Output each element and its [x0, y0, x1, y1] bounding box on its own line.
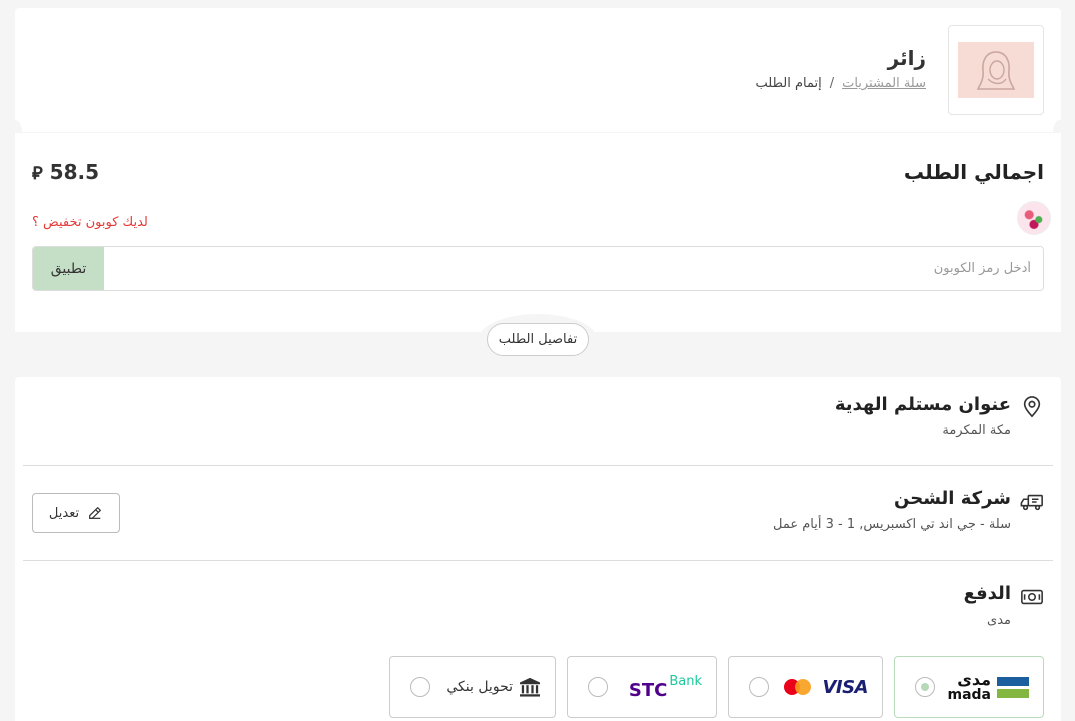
order-summary: اجمالي الطلب ⃁ 58.5 لديك كوبون تخفيض ؟ ت… — [15, 133, 1061, 332]
radio-stc[interactable] — [588, 677, 608, 697]
radio-mada[interactable] — [915, 677, 935, 697]
checkout-sections: عنوان مستلم الهدية مكة المكرمة شركة الشح… — [15, 377, 1061, 721]
stc-bank-logo: STC Bank — [629, 674, 702, 701]
payment-option-stc-bank[interactable]: STC Bank — [567, 656, 717, 718]
coupon-input[interactable] — [104, 247, 1043, 290]
order-total-title: اجمالي الطلب — [903, 160, 1044, 184]
divider — [23, 465, 1053, 466]
bank-transfer-label: تحويل بنكي — [446, 679, 513, 695]
address-title: عنوان مستلم الهدية — [834, 394, 1011, 415]
order-total-amount: ⃁ 58.5 — [32, 160, 99, 184]
edit-label: تعديل — [48, 505, 80, 521]
apply-coupon-button[interactable]: تطبيق — [33, 247, 104, 290]
stc-logo-text: STC — [628, 679, 668, 701]
truck-icon — [1020, 490, 1044, 514]
bank-transfer-label-wrap: تحويل بنكي — [446, 677, 541, 697]
cash-icon — [1020, 585, 1044, 609]
store-logo[interactable] — [948, 25, 1044, 115]
pencil-icon — [89, 506, 102, 519]
payment-title: الدفع — [963, 583, 1011, 604]
breadcrumb-current: إتمام الطلب — [755, 76, 822, 91]
avatar — [1017, 201, 1051, 235]
breadcrumb: سلة المشتريات / إتمام الطلب — [756, 76, 927, 91]
coupon-form: تطبيق — [32, 246, 1044, 291]
visa-logo-text: VISA — [822, 676, 868, 698]
hijab-logo-icon — [976, 51, 1016, 90]
mada-logo-en: mada — [947, 687, 991, 703]
edit-shipping-button[interactable]: تعديل — [32, 493, 120, 533]
address-city: مكة المكرمة — [942, 423, 1011, 438]
breadcrumb-separator: / — [829, 76, 835, 91]
currency-symbol: ⃁ — [32, 163, 43, 184]
visa-mastercard-logo: VISA — [782, 677, 868, 698]
location-pin-icon — [1020, 395, 1044, 419]
stc-bank-text: Bank — [669, 673, 702, 689]
shipping-details: سلة - جي اند تي اكسبريس, 1 - 3 أيام عمل — [772, 517, 1011, 532]
order-details-button[interactable]: تفاصيل الطلب — [487, 323, 589, 356]
mada-logo-ar: مدى — [957, 670, 991, 689]
radio-visa[interactable] — [749, 677, 769, 697]
mada-logo: مدى mada — [947, 672, 1029, 702]
payment-selected-method: مدى — [987, 613, 1011, 628]
mastercard-icon — [782, 678, 814, 696]
payment-option-mada[interactable]: مدى mada — [894, 656, 1044, 718]
breadcrumb-cart-link[interactable]: سلة المشتريات — [842, 76, 926, 91]
payment-option-bank-transfer[interactable]: تحويل بنكي — [389, 656, 556, 718]
store-name: زائر — [887, 46, 926, 70]
payment-option-visa-mastercard[interactable]: VISA — [728, 656, 883, 718]
bank-building-icon — [520, 677, 540, 697]
order-total-value: 58.5 — [49, 160, 100, 184]
coupon-prompt-link[interactable]: لديك كوبون تخفيض ؟ — [32, 215, 148, 230]
divider — [23, 560, 1053, 561]
store-header: زائر سلة المشتريات / إتمام الطلب — [15, 8, 1061, 132]
radio-bank-transfer[interactable] — [410, 677, 430, 697]
shipping-title: شركة الشحن — [894, 488, 1011, 509]
